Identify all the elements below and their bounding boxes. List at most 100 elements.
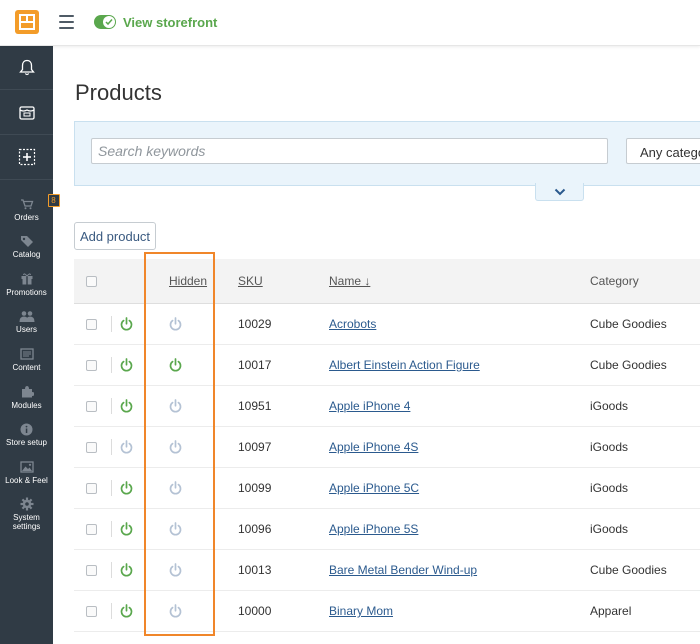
name-column-header[interactable]: Name ↓: [329, 274, 370, 288]
sku-cell: 10951: [238, 399, 272, 413]
hidden-toggle[interactable]: [169, 591, 182, 631]
sidebar-item-label: Content: [12, 362, 41, 372]
notifications-button[interactable]: [0, 45, 53, 90]
table-row: 10017 Albert Einstein Action Figure Cube G…: [74, 345, 700, 386]
hidden-toggle[interactable]: [169, 304, 182, 344]
sidebar-item-promotions[interactable]: Promotions: [0, 259, 53, 297]
product-name-link[interactable]: Albert Einstein Action Figure: [329, 358, 480, 372]
storefront-toggle[interactable]: [94, 15, 116, 29]
info-icon: [20, 423, 33, 436]
sku-cell: 10000: [238, 604, 272, 618]
enable-toggle[interactable]: [120, 550, 133, 590]
power-icon: [169, 481, 182, 495]
sidebar-item-users[interactable]: Users: [0, 297, 53, 334]
category-column-header: Category: [590, 274, 639, 288]
column-separator: [111, 357, 112, 373]
sidebar-item-store-setup[interactable]: Store setup: [0, 410, 53, 448]
sku-cell: 10013: [238, 563, 272, 577]
row-checkbox[interactable]: [86, 318, 97, 330]
users-icon: [19, 311, 34, 322]
category-cell: iGoods: [590, 481, 629, 495]
enable-toggle[interactable]: [120, 386, 133, 426]
column-separator: [111, 562, 112, 578]
logo-icon[interactable]: [15, 10, 39, 34]
sku-cell: 10029: [238, 317, 272, 331]
column-separator: [111, 398, 112, 414]
sku-cell: 10097: [238, 440, 272, 454]
product-name-link[interactable]: Apple iPhone 4: [329, 399, 410, 413]
hidden-toggle[interactable]: [169, 509, 182, 549]
power-icon: [120, 399, 133, 413]
sku-cell: 10017: [238, 358, 272, 372]
sidebar-item-orders[interactable]: 8 Orders: [0, 184, 60, 222]
orders-icon: [20, 198, 33, 209]
select-all-checkbox[interactable]: [86, 275, 97, 287]
hidden-toggle[interactable]: [169, 468, 182, 508]
chevron-down-icon: [554, 188, 565, 195]
enable-toggle[interactable]: [120, 468, 133, 508]
hidden-toggle[interactable]: [169, 427, 182, 467]
enable-toggle[interactable]: [120, 509, 133, 549]
add-icon: [18, 148, 35, 166]
product-name-link[interactable]: Apple iPhone 5S: [329, 522, 418, 536]
column-separator: [111, 521, 112, 537]
power-icon: [169, 317, 182, 331]
category-cell: Cube Goodies: [590, 358, 667, 372]
sidebar-item-label: Orders: [14, 212, 39, 222]
sidebar-item-label: Store setup: [6, 438, 47, 448]
puzzle-icon: [21, 386, 34, 398]
product-name-link[interactable]: Binary Mom: [329, 604, 393, 618]
sidebar-item-look-and-feel[interactable]: Look & Feel: [0, 447, 53, 485]
expand-filters-button[interactable]: [535, 183, 584, 201]
power-icon: [169, 604, 182, 618]
content-icon: [19, 348, 34, 360]
menu-toggle-icon[interactable]: [59, 15, 74, 29]
products-table: Hidden SKU Name ↓ Category 10029 Acrobots…: [74, 259, 700, 632]
product-name-link[interactable]: Apple iPhone 4S: [329, 440, 418, 454]
sidebar-item-system-settings[interactable]: System settings: [0, 485, 53, 531]
row-checkbox[interactable]: [86, 523, 97, 535]
enable-toggle[interactable]: [120, 304, 133, 344]
row-checkbox[interactable]: [86, 564, 97, 576]
table-row: 10097 Apple iPhone 4S iGoods: [74, 427, 700, 468]
category-cell: iGoods: [590, 399, 629, 413]
sidebar-item-label: Modules: [11, 400, 42, 410]
sku-cell: 10099: [238, 481, 272, 495]
column-separator: [111, 316, 112, 332]
category-select[interactable]: Any categor: [626, 138, 700, 164]
table-row: 10013 Bare Metal Bender Wind-up Cube Goodi…: [74, 550, 700, 591]
table-row: 10029 Acrobots Cube Goodies: [74, 304, 700, 345]
enable-toggle[interactable]: [120, 345, 133, 385]
view-storefront-link[interactable]: View storefront: [123, 15, 217, 30]
power-icon: [169, 440, 182, 454]
enable-toggle[interactable]: [120, 427, 133, 467]
hidden-toggle[interactable]: [169, 550, 182, 590]
hidden-toggle[interactable]: [169, 345, 182, 385]
category-cell: iGoods: [590, 440, 629, 454]
sidebar-item-modules[interactable]: Modules: [0, 372, 53, 410]
row-checkbox[interactable]: [86, 482, 97, 494]
hidden-column-header[interactable]: Hidden: [169, 274, 207, 288]
table-row: 10000 Binary Mom Apparel: [74, 591, 700, 632]
hidden-toggle[interactable]: [169, 386, 182, 426]
sidebar-item-content[interactable]: Content: [0, 334, 53, 372]
row-checkbox[interactable]: [86, 441, 97, 453]
enable-toggle[interactable]: [120, 591, 133, 631]
quick-add-button[interactable]: [0, 135, 53, 180]
storefront-button[interactable]: [0, 90, 53, 135]
row-checkbox[interactable]: [86, 359, 97, 371]
row-checkbox[interactable]: [86, 400, 97, 412]
add-product-button[interactable]: Add product: [74, 222, 156, 250]
row-checkbox[interactable]: [86, 605, 97, 617]
power-icon: [120, 440, 133, 454]
power-icon: [120, 481, 133, 495]
product-name-link[interactable]: Apple iPhone 5C: [329, 481, 419, 495]
sidebar-item-catalog[interactable]: Catalog: [0, 222, 53, 259]
search-input[interactable]: [91, 138, 608, 164]
sidebar-item-label: System settings: [13, 513, 41, 531]
sku-column-header[interactable]: SKU: [238, 274, 263, 288]
product-name-link[interactable]: Bare Metal Bender Wind-up: [329, 563, 477, 577]
sidebar-item-label: Look & Feel: [5, 475, 48, 485]
table-row: 10096 Apple iPhone 5S iGoods: [74, 509, 700, 550]
product-name-link[interactable]: Acrobots: [329, 317, 376, 331]
